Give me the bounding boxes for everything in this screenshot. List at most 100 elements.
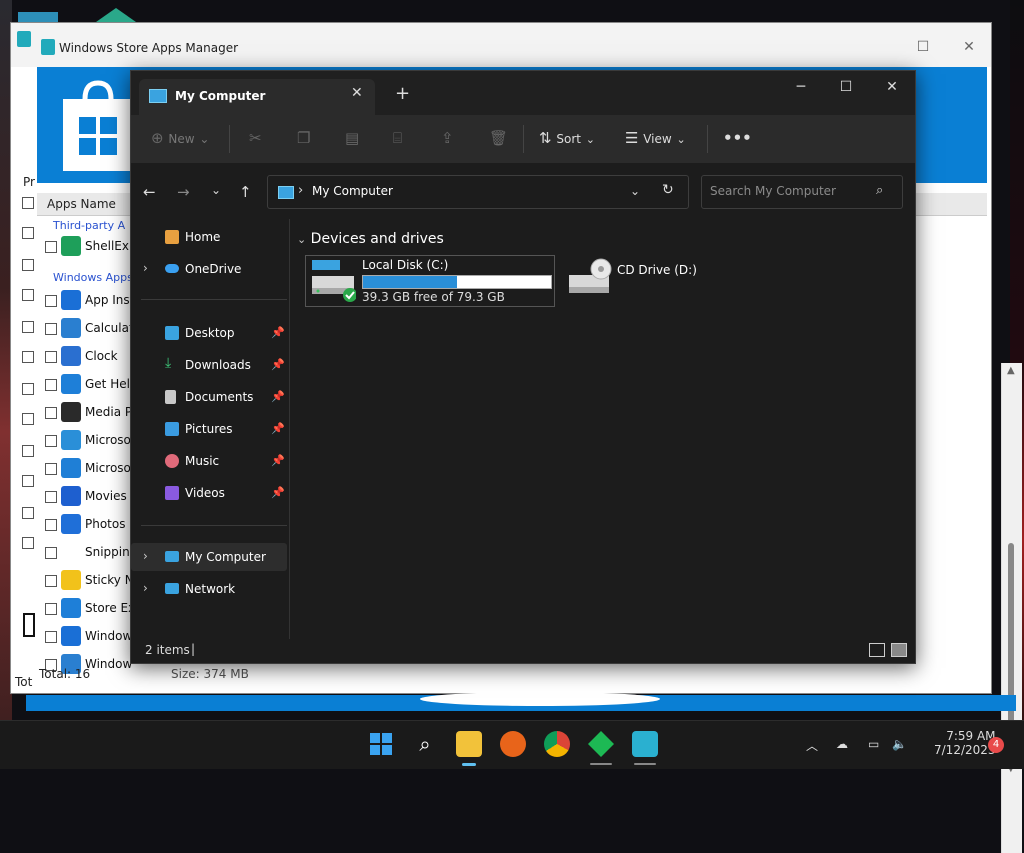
back-arrow-icon[interactable]: ← xyxy=(143,183,156,201)
outer-checkbox[interactable] xyxy=(22,197,34,209)
chrome-icon[interactable] xyxy=(544,731,570,757)
view-button[interactable]: ☰ View ⌄ xyxy=(625,129,686,147)
pin-icon[interactable]: 📌 xyxy=(271,390,285,403)
outer-checkbox[interactable] xyxy=(22,507,34,519)
pin-icon[interactable]: 📌 xyxy=(271,422,285,435)
new-tab-icon[interactable]: + xyxy=(395,83,410,104)
address-bar[interactable]: › My Computer ⌄ ↻ xyxy=(267,175,689,209)
nav-item-onedrive[interactable]: › OneDrive xyxy=(131,255,287,283)
outer-checkbox[interactable] xyxy=(22,413,34,425)
app-checkbox[interactable] xyxy=(45,547,57,559)
more-options-icon[interactable]: ••• xyxy=(723,129,752,147)
list-scrollbar[interactable]: ▲ ▼ xyxy=(1001,363,1022,853)
app-checkbox[interactable] xyxy=(45,407,57,419)
forward-arrow-icon[interactable]: → xyxy=(177,183,190,201)
maximize-button[interactable]: ☐ xyxy=(831,75,861,99)
file-explorer-icon[interactable] xyxy=(456,731,482,757)
new-button[interactable]: ⊕ New ⌄ xyxy=(151,129,209,147)
refresh-icon[interactable]: ↻ xyxy=(662,182,674,198)
store-apps-manager-icon[interactable] xyxy=(632,731,658,757)
pin-icon[interactable]: 📌 xyxy=(271,358,285,371)
outer-checkbox[interactable] xyxy=(22,289,34,301)
app-checkbox[interactable] xyxy=(45,603,57,615)
up-arrow-icon[interactable]: ↑ xyxy=(239,183,252,201)
outer-checkbox[interactable] xyxy=(22,537,34,549)
pin-icon[interactable]: 📌 xyxy=(271,454,285,467)
firefox-icon[interactable] xyxy=(500,731,526,757)
pin-icon[interactable]: 📌 xyxy=(271,326,285,339)
details-view-icon[interactable] xyxy=(869,643,885,657)
app-checkbox[interactable] xyxy=(45,351,57,363)
share-icon[interactable]: ⇪ xyxy=(441,129,454,147)
search-icon[interactable]: ⌕ xyxy=(412,731,438,757)
tray-chevron-up-icon[interactable]: ︿ xyxy=(806,737,818,754)
sort-button[interactable]: ⇅ Sort ⌄ xyxy=(539,129,595,147)
chevron-right-icon[interactable]: › xyxy=(143,261,148,275)
tab-close-icon[interactable]: ✕ xyxy=(351,85,363,101)
chevron-right-icon[interactable]: › xyxy=(143,549,148,563)
app-checkbox[interactable] xyxy=(45,295,57,307)
app-checkbox[interactable] xyxy=(45,491,57,503)
network-icon[interactable]: ▭ xyxy=(868,737,879,751)
chevron-right-icon[interactable]: › xyxy=(143,581,148,595)
app-checkbox[interactable] xyxy=(45,241,57,253)
breadcrumb-my-computer[interactable]: My Computer xyxy=(312,184,393,198)
nav-item-my-computer[interactable]: › My Computer xyxy=(131,543,287,571)
group-windows-apps[interactable]: Windows Apps xyxy=(53,271,133,284)
group-third-party[interactable]: Third-party A xyxy=(53,219,125,232)
rename-icon[interactable]: ⌸ xyxy=(393,129,402,147)
app-checkbox[interactable] xyxy=(45,519,57,531)
notification-badge[interactable]: 4 xyxy=(988,737,1004,753)
nav-item-desktop[interactable]: Desktop 📌 xyxy=(131,319,287,347)
recent-chevron-icon[interactable]: ⌄ xyxy=(211,183,221,197)
nav-item-documents[interactable]: Documents 📌 xyxy=(131,383,287,411)
outer-checkbox[interactable] xyxy=(22,351,34,363)
search-box[interactable]: Search My Computer ⌕ xyxy=(701,175,903,209)
app-checkbox[interactable] xyxy=(45,379,57,391)
onedrive-icon[interactable]: ☁ xyxy=(836,737,848,751)
clock[interactable]: 7:59 AM 7/12/2023 xyxy=(934,729,996,757)
section-header-devices[interactable]: ⌄ Devices and drives xyxy=(297,231,444,247)
nav-label: Desktop xyxy=(185,326,235,340)
chevron-down-icon[interactable]: ⌄ xyxy=(297,233,306,246)
app-checkbox[interactable] xyxy=(45,323,57,335)
app-checkbox[interactable] xyxy=(45,631,57,643)
start-icon[interactable] xyxy=(368,731,394,757)
cut-icon[interactable]: ✂ xyxy=(249,129,262,147)
maximize-button[interactable]: ☐ xyxy=(913,37,933,57)
outer-checkbox[interactable] xyxy=(22,383,34,395)
app-checkbox[interactable] xyxy=(45,435,57,447)
nav-item-music[interactable]: Music 📌 xyxy=(131,447,287,475)
tiles-view-icon[interactable] xyxy=(891,643,907,657)
tab-my-computer[interactable]: My Computer ✕ xyxy=(139,79,375,115)
outer-checkbox[interactable] xyxy=(22,227,34,239)
nav-item-videos[interactable]: Videos 📌 xyxy=(131,479,287,507)
kleopatra-icon[interactable] xyxy=(588,731,614,757)
apps-name-column-header[interactable]: Apps Name xyxy=(47,197,116,211)
close-button[interactable]: ✕ xyxy=(877,75,907,99)
volume-icon[interactable]: 🔈 xyxy=(892,737,907,751)
minimize-button[interactable]: ─ xyxy=(786,75,816,99)
drive-cd-d[interactable]: CD Drive (D:) xyxy=(565,255,765,305)
copy-icon[interactable]: ❐ xyxy=(297,129,310,147)
close-button[interactable]: ✕ xyxy=(959,37,979,57)
outer-checkbox[interactable] xyxy=(22,321,34,333)
nav-item-downloads[interactable]: ⤓ Downloads 📌 xyxy=(131,351,287,379)
app-checkbox[interactable] xyxy=(45,575,57,587)
chevron-down-icon[interactable]: ⌄ xyxy=(630,184,640,198)
drive-local-disk-c[interactable]: Local Disk (C:) 39.3 GB free of 79.3 GB xyxy=(305,255,555,307)
nav-item-pictures[interactable]: Pictures 📌 xyxy=(131,415,287,443)
app-checkbox[interactable] xyxy=(45,463,57,475)
nav-item-network[interactable]: › Network xyxy=(131,575,287,603)
pin-icon[interactable]: 📌 xyxy=(271,486,285,499)
search-input[interactable]: Search My Computer xyxy=(710,184,836,198)
nav-item-home[interactable]: Home xyxy=(131,223,287,251)
outer-checkbox[interactable] xyxy=(22,475,34,487)
delete-icon[interactable]: 🗑 xyxy=(489,129,508,147)
back-window-titlebar[interactable]: Windows Store Apps Manager ☐ ✕ xyxy=(11,23,991,67)
outer-checkbox[interactable] xyxy=(22,445,34,457)
paste-icon[interactable]: ▤ xyxy=(345,129,359,147)
desktop-icon-partial-2[interactable] xyxy=(96,8,136,22)
outer-checkbox[interactable] xyxy=(22,259,34,271)
search-icon[interactable]: ⌕ xyxy=(876,183,883,198)
